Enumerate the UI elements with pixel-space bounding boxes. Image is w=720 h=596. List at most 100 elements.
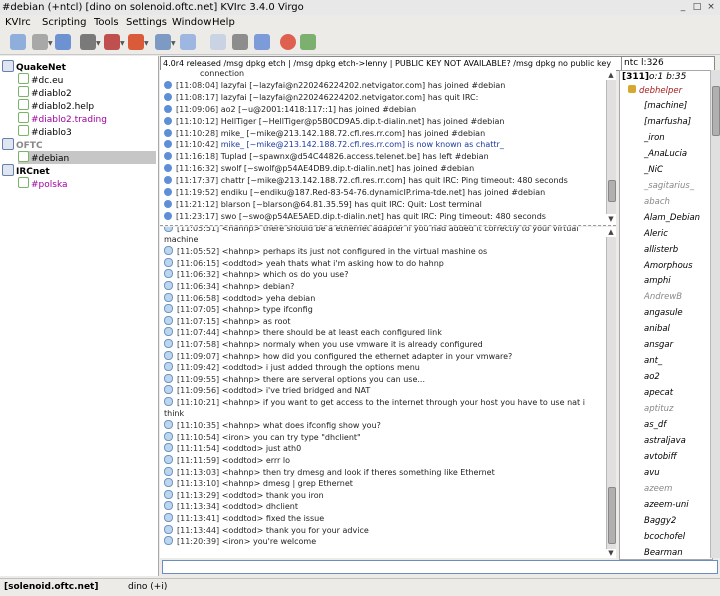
chat-line: [11:09:07] <hahnp> how did you configure… — [164, 350, 604, 362]
user-item[interactable]: azeem — [644, 484, 672, 495]
minimize-icon[interactable]: _ — [678, 2, 688, 12]
user-item[interactable]: abach — [644, 197, 670, 208]
message-icon — [164, 292, 173, 302]
message-icon — [164, 227, 173, 232]
options-icon[interactable] — [232, 34, 248, 50]
joystick-icon[interactable] — [128, 34, 144, 50]
chat-line: [11:06:32] <hahnp> which os do you use? — [164, 269, 604, 280]
channel-item[interactable]: #diablo2.help — [18, 99, 156, 112]
window-icon[interactable] — [55, 34, 71, 50]
scroll-up-icon[interactable]: ▲ — [606, 71, 616, 79]
chat-line: [11:06:34] <hahnp> debian? — [164, 281, 604, 292]
dropdown-icon[interactable]: ▼ — [144, 40, 149, 47]
scroll-down-icon[interactable]: ▼ — [606, 549, 616, 557]
user-item[interactable]: Amorphous — [644, 261, 693, 272]
chat-line: [11:09:55] <hahnp> there are serveral op… — [164, 373, 604, 385]
user-item[interactable]: azeem-uni — [644, 500, 689, 511]
user-item-op[interactable]: debhelper — [628, 85, 682, 97]
log-line: [11:23:17] swo [~swo@p54AE5AED.dip.t-dia… — [164, 211, 604, 222]
user-item[interactable]: Bearman — [644, 548, 683, 559]
menu-tools[interactable]: Tools — [94, 15, 119, 30]
event-icon — [164, 140, 172, 149]
log-line: [11:09:06] ao2 [~u@2001:1418:117::1] has… — [164, 104, 604, 115]
user-item[interactable]: bcochofel — [644, 532, 685, 543]
tools-icon[interactable] — [104, 34, 120, 50]
home-icon[interactable] — [300, 34, 316, 50]
message-icon — [164, 478, 173, 488]
user-item[interactable]: Baggy2 — [644, 516, 676, 527]
menu-settings[interactable]: Settings — [126, 15, 167, 30]
user-item[interactable]: [marfusha] — [644, 117, 691, 128]
user-item[interactable]: ansgar — [644, 340, 673, 351]
settings-icon[interactable] — [155, 34, 171, 50]
dropdown-icon[interactable]: ▼ — [48, 40, 53, 47]
user-item[interactable]: avtobiff — [644, 452, 677, 463]
network-oftc[interactable]: OFTC — [2, 138, 43, 151]
list-icon[interactable] — [210, 34, 226, 50]
channel-item[interactable]: #diablo2.trading — [18, 112, 156, 125]
channel-icon — [18, 99, 29, 110]
user-item[interactable]: _sagitarius_ — [644, 181, 694, 192]
message-icon — [164, 385, 173, 395]
chat-line: [11:06:15] <oddtod> yeah thats what i'm … — [164, 257, 604, 269]
network-quakenet[interactable]: QuakeNet — [2, 60, 66, 73]
user-item[interactable]: astraljava — [644, 436, 686, 447]
menu-help[interactable]: Help — [212, 15, 235, 30]
script-icon[interactable] — [80, 34, 96, 50]
user-item[interactable]: ao2 — [644, 372, 660, 383]
user-item[interactable]: angasule — [644, 308, 683, 319]
dropdown-icon[interactable]: ▼ — [120, 40, 125, 47]
user-item[interactable]: allisterb — [644, 245, 678, 256]
channel-modes[interactable]: ntc l:326 — [621, 56, 715, 71]
topic-bar[interactable]: 4.0r4 released /msg dpkg etch | /msg dpk… — [160, 56, 622, 71]
message-icon — [164, 489, 173, 499]
userlist-scrollbar[interactable] — [710, 70, 720, 558]
connect-icon[interactable] — [10, 34, 26, 50]
user-item[interactable]: _iron — [644, 133, 665, 144]
network-icon — [2, 138, 14, 150]
user-item[interactable]: aptituz — [644, 404, 673, 415]
maximize-icon[interactable]: □ — [692, 2, 702, 12]
channel-icon — [18, 177, 29, 188]
log-line: [11:10:12] HellTiger [~HellTiger@p5B0CD9… — [164, 116, 604, 127]
upper-scrollbar[interactable] — [606, 80, 616, 214]
channel-item[interactable]: #dc.eu — [18, 73, 156, 86]
user-item[interactable]: Alam_Debian — [644, 213, 700, 224]
message-icon — [164, 466, 173, 476]
menu-scripting[interactable]: Scripting — [42, 15, 86, 30]
chat-scrollbar[interactable] — [606, 237, 616, 549]
channel-item[interactable]: #diablo3 — [18, 125, 156, 138]
user-item[interactable]: _AnaLucia — [644, 149, 687, 160]
user-item[interactable]: _NiC — [644, 165, 663, 176]
user-item[interactable]: [machine] — [644, 101, 687, 112]
user-item[interactable]: AndrewB — [644, 292, 682, 303]
user-icon[interactable] — [180, 34, 196, 50]
event-icon — [164, 199, 172, 208]
help-icon[interactable] — [280, 34, 296, 50]
scroll-down-icon[interactable]: ▼ — [606, 215, 616, 223]
close-icon[interactable]: × — [706, 2, 716, 12]
dropdown-icon[interactable]: ▼ — [96, 40, 101, 47]
scroll-up-icon[interactable]: ▲ — [606, 228, 616, 236]
channel-item[interactable]: #diablo2 — [18, 86, 156, 99]
menu-window[interactable]: Window — [172, 15, 211, 30]
user-item[interactable]: as_df — [644, 420, 666, 431]
user-item[interactable]: Aleric — [644, 229, 668, 240]
channel-item[interactable]: #debian — [18, 151, 156, 164]
channel-item[interactable]: #polska — [18, 177, 156, 190]
message-icon — [164, 443, 173, 453]
network-ircnet[interactable]: IRCnet — [2, 164, 50, 177]
user-item[interactable]: apecat — [644, 388, 673, 399]
log-line: [11:08:04] lazyfai [~lazyfai@n2202462242… — [164, 80, 604, 91]
message-icon — [164, 246, 173, 256]
dropdown-icon[interactable]: ▼ — [171, 40, 176, 47]
user-item[interactable]: anibal — [644, 324, 670, 335]
user-item[interactable]: avu — [644, 468, 660, 479]
user-count: [311]o:1 b:35 — [622, 72, 687, 82]
message-input[interactable] — [162, 560, 718, 574]
menu-kvirc[interactable]: KVIrc — [5, 15, 31, 30]
user-item[interactable]: amphi — [644, 276, 671, 287]
address-book-icon[interactable] — [254, 34, 270, 50]
user-item[interactable]: ant_ — [644, 356, 662, 367]
server-icon[interactable] — [32, 34, 48, 50]
